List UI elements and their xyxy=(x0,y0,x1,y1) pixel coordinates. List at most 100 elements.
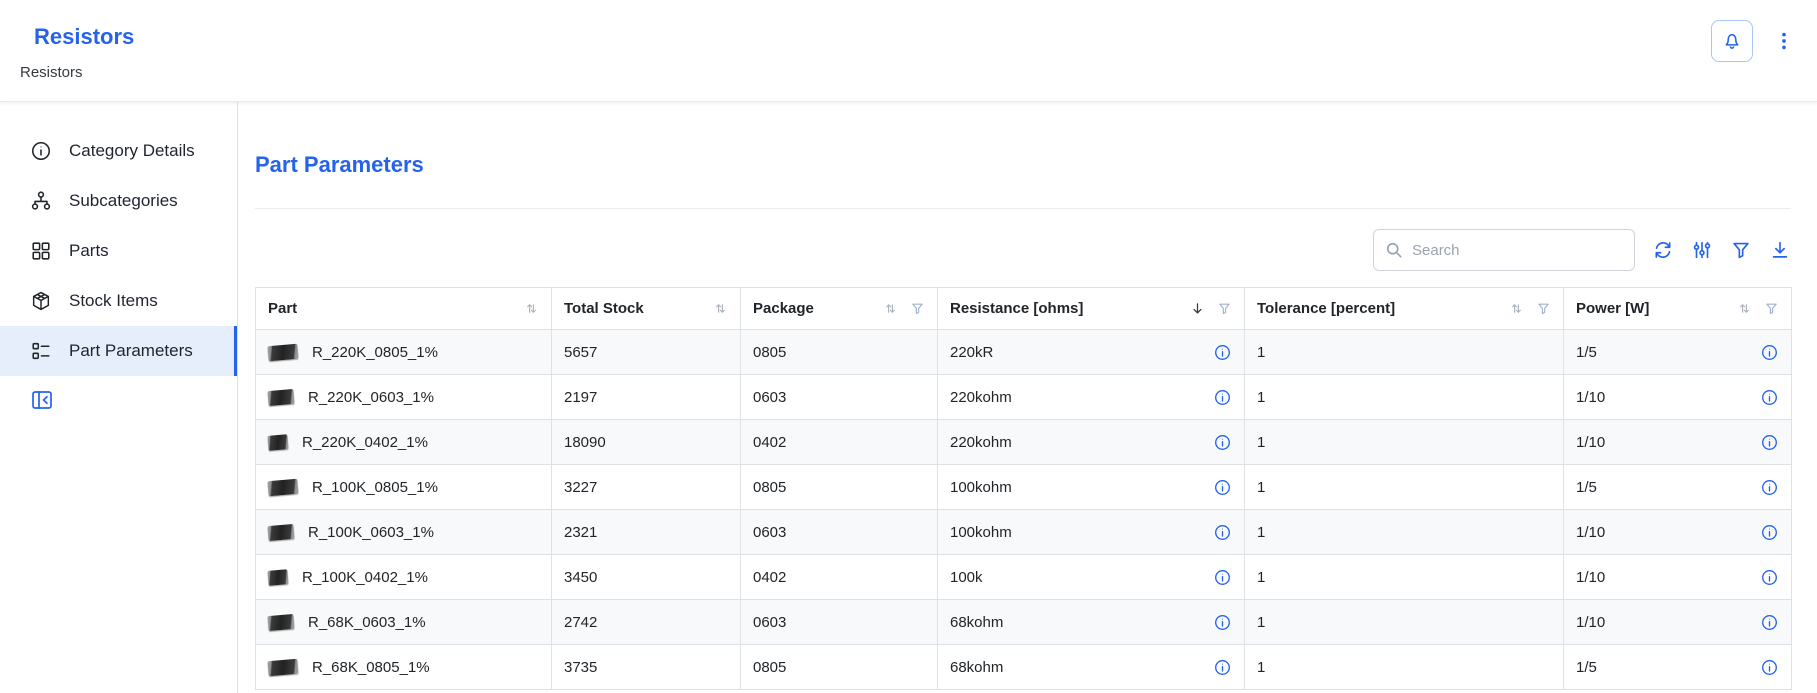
info-icon xyxy=(1760,568,1779,587)
breadcrumb[interactable]: Resistors xyxy=(20,64,134,81)
part-thumbnail xyxy=(267,569,288,586)
cube-icon xyxy=(30,290,52,312)
download-button[interactable] xyxy=(1769,239,1791,261)
column-header-package[interactable]: Package xyxy=(741,288,938,330)
grid-icon xyxy=(30,240,52,262)
resistance-info-button[interactable] xyxy=(1213,523,1232,542)
info-icon xyxy=(1213,613,1232,632)
resistance-cell: 220kohm xyxy=(938,375,1245,420)
checklist-icon xyxy=(30,340,52,362)
sort-icon[interactable] xyxy=(713,301,728,316)
part-name: R_100K_0603_1% xyxy=(308,524,434,541)
filter-icon xyxy=(1730,239,1752,261)
power-info-button[interactable] xyxy=(1760,478,1779,497)
main-panel: Part Parameters xyxy=(238,102,1817,693)
power-info-button[interactable] xyxy=(1760,433,1779,452)
part-thumbnail xyxy=(267,434,288,451)
info-icon xyxy=(1760,658,1779,677)
table-row[interactable]: R_220K_0603_1% 2197 0603 220kohm 1 1/10 xyxy=(256,375,1792,420)
sidebar-item-category-details[interactable]: Category Details xyxy=(0,126,237,176)
sort-icon[interactable] xyxy=(883,301,898,316)
sort-icon[interactable] xyxy=(1509,301,1524,316)
sort-descending-icon[interactable] xyxy=(1190,301,1205,316)
info-icon xyxy=(1760,478,1779,497)
table-row[interactable]: R_220K_0805_1% 5657 0805 220kR 1 1/5 xyxy=(256,330,1792,375)
info-icon xyxy=(1213,523,1232,542)
power-info-button[interactable] xyxy=(1760,658,1779,677)
power-info-button[interactable] xyxy=(1760,523,1779,542)
sort-icon[interactable] xyxy=(1737,301,1752,316)
filter-button[interactable] xyxy=(1730,239,1752,261)
info-icon xyxy=(1760,613,1779,632)
column-filter-icon[interactable] xyxy=(1764,301,1779,316)
part-name: R_100K_0402_1% xyxy=(302,569,428,586)
resistance-info-button[interactable] xyxy=(1213,613,1232,632)
column-header-power[interactable]: Power [W] xyxy=(1564,288,1792,330)
resistance-info-button[interactable] xyxy=(1213,388,1232,407)
resistance-cell: 220kR xyxy=(938,330,1245,375)
column-filter-icon[interactable] xyxy=(910,301,925,316)
resistance-info-button[interactable] xyxy=(1213,433,1232,452)
part-parameters-table: Part Total Stock Packa xyxy=(255,287,1792,690)
sidebar-item-parts[interactable]: Parts xyxy=(0,226,237,276)
table-row[interactable]: R_100K_0402_1% 3450 0402 100k 1 1/10 xyxy=(256,555,1792,600)
part-name: R_68K_0603_1% xyxy=(308,614,426,631)
tolerance-cell: 1 xyxy=(1245,420,1564,465)
column-header-resistance[interactable]: Resistance [ohms] xyxy=(938,288,1245,330)
kebab-menu-icon xyxy=(1773,30,1795,52)
sort-icon[interactable] xyxy=(524,301,539,316)
resistance-info-button[interactable] xyxy=(1213,568,1232,587)
resistance-info-button[interactable] xyxy=(1213,343,1232,362)
power-cell: 1/10 xyxy=(1564,555,1792,600)
resistance-cell: 68kohm xyxy=(938,600,1245,645)
tolerance-cell: 1 xyxy=(1245,645,1564,690)
column-filter-icon[interactable] xyxy=(1217,301,1232,316)
refresh-button[interactable] xyxy=(1652,239,1674,261)
power-info-button[interactable] xyxy=(1760,388,1779,407)
sidebar-item-subcategories[interactable]: Subcategories xyxy=(0,176,237,226)
table-row[interactable]: R_100K_0603_1% 2321 0603 100kohm 1 1/10 xyxy=(256,510,1792,555)
power-cell: 1/5 xyxy=(1564,645,1792,690)
sidebar-item-stock-items[interactable]: Stock Items xyxy=(0,276,237,326)
table-row[interactable]: R_100K_0805_1% 3227 0805 100kohm 1 1/5 xyxy=(256,465,1792,510)
download-icon xyxy=(1769,239,1791,261)
resistance-info-button[interactable] xyxy=(1213,658,1232,677)
search-input[interactable] xyxy=(1412,242,1624,259)
sitemap-icon xyxy=(30,190,52,212)
tolerance-cell: 1 xyxy=(1245,465,1564,510)
table-row[interactable]: R_68K_0603_1% 2742 0603 68kohm 1 1/10 xyxy=(256,600,1792,645)
sidebar-item-label: Stock Items xyxy=(69,291,158,311)
tolerance-cell: 1 xyxy=(1245,375,1564,420)
info-icon xyxy=(1760,433,1779,452)
power-info-button[interactable] xyxy=(1760,343,1779,362)
resistance-info-button[interactable] xyxy=(1213,478,1232,497)
power-cell: 1/5 xyxy=(1564,465,1792,510)
sidebar: Category Details Subcategories Parts Sto… xyxy=(0,102,238,693)
resistance-cell: 100kohm xyxy=(938,510,1245,555)
search-icon xyxy=(1384,240,1404,260)
column-header-total-stock[interactable]: Total Stock xyxy=(552,288,741,330)
resistance-cell: 100k xyxy=(938,555,1245,600)
tolerance-cell: 1 xyxy=(1245,510,1564,555)
power-cell: 1/10 xyxy=(1564,375,1792,420)
info-icon xyxy=(1760,388,1779,407)
info-icon xyxy=(1213,658,1232,677)
section-title: Part Parameters xyxy=(255,152,1791,178)
search-box[interactable] xyxy=(1373,229,1635,271)
sidebar-collapse-button[interactable] xyxy=(30,388,54,415)
table-row[interactable]: R_220K_0402_1% 18090 0402 220kohm 1 1/10 xyxy=(256,420,1792,465)
column-header-tolerance[interactable]: Tolerance [percent] xyxy=(1245,288,1564,330)
tolerance-cell: 1 xyxy=(1245,555,1564,600)
column-header-part[interactable]: Part xyxy=(256,288,552,330)
table-row[interactable]: R_68K_0805_1% 3735 0805 68kohm 1 1/5 xyxy=(256,645,1792,690)
overflow-menu-button[interactable] xyxy=(1773,30,1795,52)
sidebar-item-part-parameters[interactable]: Part Parameters xyxy=(0,326,237,376)
column-filter-icon[interactable] xyxy=(1536,301,1551,316)
notifications-button[interactable] xyxy=(1711,20,1753,62)
part-name: R_220K_0805_1% xyxy=(312,344,438,361)
power-info-button[interactable] xyxy=(1760,613,1779,632)
power-info-button[interactable] xyxy=(1760,568,1779,587)
info-icon xyxy=(1213,568,1232,587)
part-name: R_100K_0805_1% xyxy=(312,479,438,496)
column-settings-button[interactable] xyxy=(1691,239,1713,261)
